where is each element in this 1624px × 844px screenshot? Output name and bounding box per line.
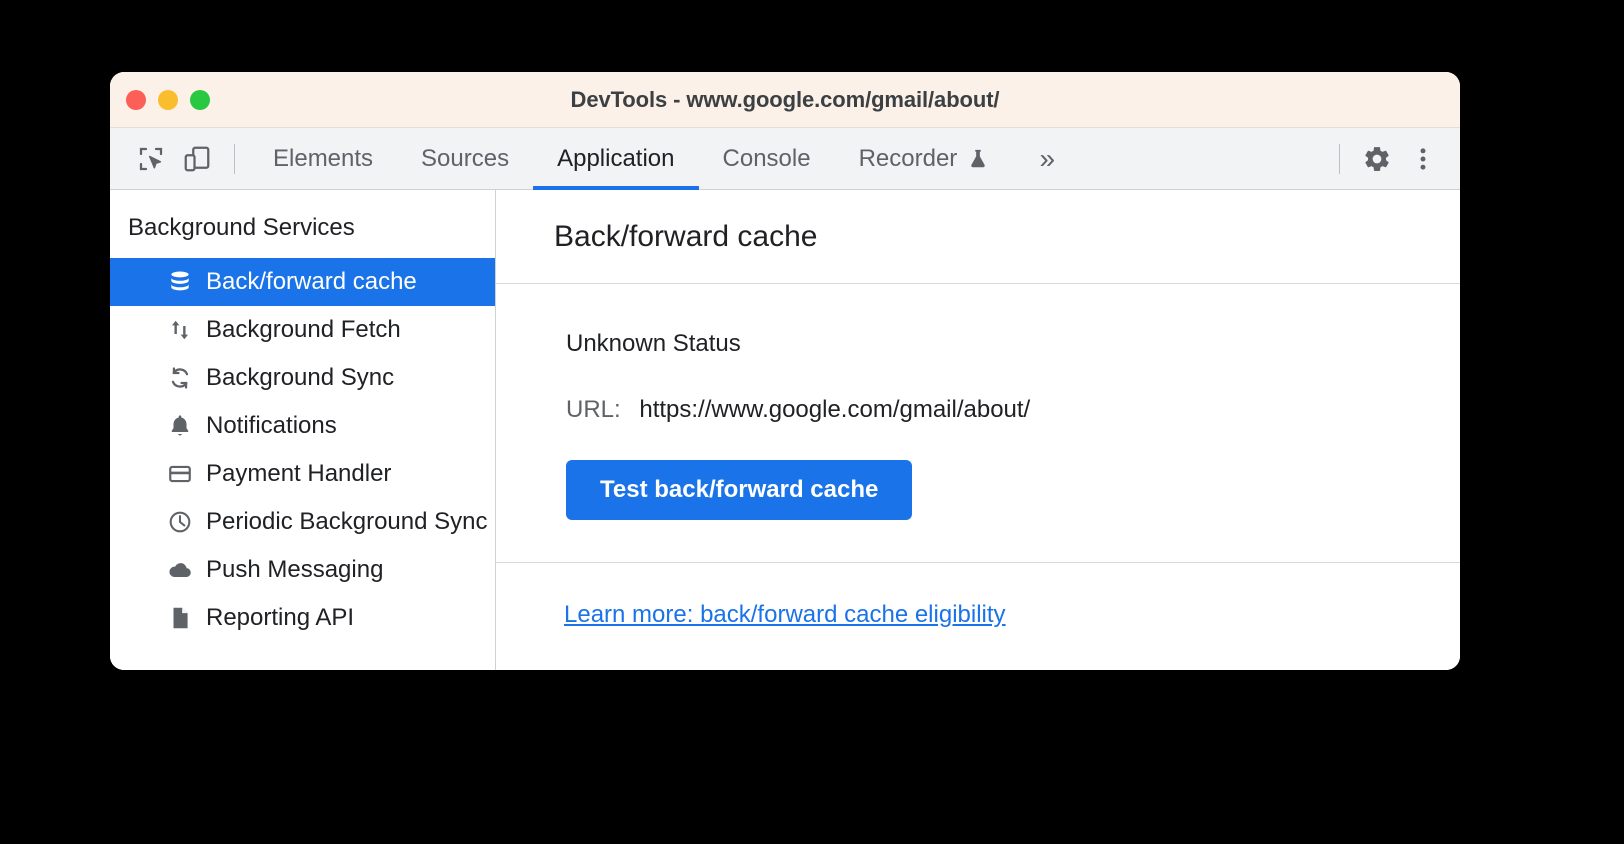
- devtools-tab-list: Elements Sources Application Console Rec…: [249, 128, 1325, 190]
- panel-footer: Learn more: back/forward cache eligibili…: [496, 563, 1460, 629]
- sidebar-item-push-messaging[interactable]: Push Messaging: [110, 546, 495, 594]
- sidebar-section-heading: Background Services: [128, 214, 355, 241]
- panel-content: Unknown Status URL: https://www.google.c…: [496, 284, 1460, 563]
- toolbar-right-group: [1325, 136, 1460, 182]
- sidebar-item-background-fetch[interactable]: Background Fetch: [110, 306, 495, 354]
- tab-sources[interactable]: Sources: [397, 128, 533, 190]
- sidebar-item-periodic-background-sync[interactable]: Periodic Background Sync: [110, 498, 495, 546]
- more-tabs-button[interactable]: »: [1013, 128, 1081, 190]
- sidebar-item-label: Payment Handler: [206, 460, 392, 487]
- document-icon: [166, 604, 194, 632]
- devtools-window: DevTools - www.google.com/gmail/about/ E…: [110, 72, 1460, 670]
- status-text: Unknown Status: [566, 330, 741, 357]
- toolbar-divider: [234, 143, 235, 174]
- tab-application[interactable]: Application: [533, 128, 699, 190]
- sidebar-item-label: Notifications: [206, 412, 337, 439]
- database-icon: [166, 268, 194, 296]
- tab-label: Console: [722, 144, 811, 172]
- window-titlebar: DevTools - www.google.com/gmail/about/: [110, 72, 1460, 128]
- sidebar-item-payment-handler[interactable]: Payment Handler: [110, 450, 495, 498]
- kebab-menu-icon[interactable]: [1400, 136, 1446, 182]
- sidebar-item-label: Reporting API: [206, 604, 355, 631]
- sidebar-item-label: Periodic Background Sync: [206, 508, 488, 535]
- device-toolbar-icon[interactable]: [174, 136, 220, 182]
- devtools-body: Background Services Back/forward cache B…: [110, 190, 1460, 670]
- sidebar-item-label: Background Sync: [206, 364, 395, 391]
- application-sidebar: Background Services Back/forward cache B…: [110, 190, 496, 670]
- devtools-toolbar: Elements Sources Application Console Rec…: [110, 128, 1460, 190]
- sidebar-item-label: Back/forward cache: [206, 268, 417, 295]
- url-value: https://www.google.com/gmail/about/: [639, 396, 1031, 423]
- url-row: URL: https://www.google.com/gmail/about/: [566, 396, 1460, 424]
- tab-console[interactable]: Console: [699, 128, 835, 190]
- window-title: DevTools - www.google.com/gmail/about/: [570, 87, 1000, 112]
- tab-recorder[interactable]: Recorder: [835, 128, 1014, 190]
- sidebar-item-back-forward-cache[interactable]: Back/forward cache: [110, 258, 495, 306]
- up-down-arrows-icon: [166, 316, 194, 344]
- tab-label: Application: [557, 144, 675, 172]
- clock-icon: [166, 508, 194, 536]
- sidebar-item-label: Push Messaging: [206, 556, 384, 583]
- back-forward-cache-panel: Back/forward cache Unknown Status URL: h…: [496, 190, 1460, 670]
- tab-elements[interactable]: Elements: [249, 128, 397, 190]
- tab-label: Recorder: [858, 144, 958, 172]
- test-back-forward-cache-button[interactable]: Test back/forward cache: [566, 460, 913, 520]
- inspect-element-icon[interactable]: [128, 136, 174, 182]
- sidebar-item-background-sync[interactable]: Background Sync: [110, 354, 495, 402]
- sidebar-item-label: Background Fetch: [206, 316, 401, 343]
- credit-card-icon: [166, 460, 194, 488]
- gear-icon[interactable]: [1354, 136, 1400, 182]
- learn-more-link[interactable]: Learn more: back/forward cache eligibili…: [564, 601, 1006, 628]
- page-title: Back/forward cache: [554, 219, 818, 253]
- bell-icon: [166, 412, 194, 440]
- cloud-icon: [166, 556, 194, 584]
- sidebar-item-reporting-api[interactable]: Reporting API: [110, 594, 495, 642]
- panel-header: Back/forward cache: [496, 190, 1460, 284]
- toolbar-divider-right: [1339, 143, 1340, 174]
- sidebar-item-notifications[interactable]: Notifications: [110, 402, 495, 450]
- sync-icon: [166, 364, 194, 392]
- url-label: URL:: [566, 396, 621, 423]
- screenshot-stage: DevTools - www.google.com/gmail/about/ E…: [0, 0, 1624, 844]
- experiment-flask-icon: [967, 148, 989, 170]
- tab-label: Sources: [421, 144, 510, 172]
- tab-label: Elements: [273, 144, 374, 172]
